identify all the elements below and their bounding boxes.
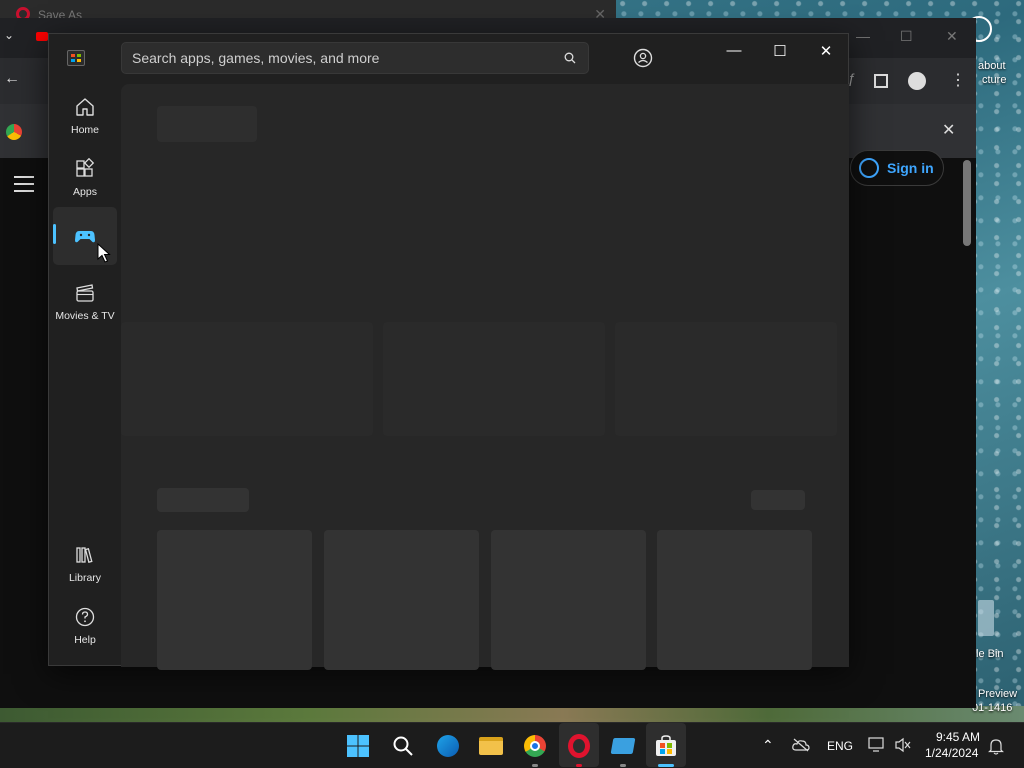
nav-label-movies-tv: Movies & TV xyxy=(55,310,115,322)
skeleton-product-card xyxy=(324,530,479,670)
taskbar-microsoft-store[interactable] xyxy=(652,732,680,760)
desktop-label-about: about xyxy=(978,60,1006,72)
library-icon xyxy=(76,547,93,563)
skeleton-product-card xyxy=(491,530,646,670)
desktop-label-recycle-bin[interactable]: le Bin xyxy=(976,648,1004,660)
notification-bell-icon[interactable] xyxy=(988,737,1004,755)
skeleton-hero-card xyxy=(121,322,373,436)
network-icon[interactable] xyxy=(868,737,886,753)
chrome-icon xyxy=(524,735,546,757)
microsoft-store-window[interactable]: — ☐ ✕ Home Apps Movies & TV xyxy=(48,33,849,670)
edge-beta-icon xyxy=(437,735,459,757)
search-box[interactable] xyxy=(121,42,589,74)
chrome-menu-icon[interactable]: ⋮ xyxy=(950,70,966,90)
taskbar: ⌃ ENG 9:45 AM 1/24/2024 xyxy=(0,722,1024,768)
home-icon xyxy=(76,98,94,116)
store-logo-icon xyxy=(67,50,85,66)
store-active-indicator xyxy=(658,764,674,767)
skeleton-hero-card xyxy=(615,322,837,436)
wallpaper-landscape-strip xyxy=(0,706,1024,722)
nav-item-movies-tv[interactable]: Movies & TV xyxy=(53,272,117,330)
opera-icon xyxy=(568,734,590,758)
store-close-button[interactable]: ✕ xyxy=(811,42,841,62)
language-indicator[interactable]: ENG xyxy=(827,739,853,753)
remote-desktop-icon xyxy=(610,738,636,754)
nav-label-library: Library xyxy=(68,572,102,584)
store-content-area xyxy=(121,84,849,670)
store-minimize-button[interactable]: — xyxy=(719,42,749,62)
tab-search-chevron-icon[interactable]: ⌄ xyxy=(4,28,14,42)
taskbar-chrome[interactable] xyxy=(521,732,549,760)
desktop-label-picture: cture xyxy=(982,74,1007,86)
apps-icon xyxy=(76,158,95,177)
user-avatar-icon xyxy=(859,158,879,178)
skeleton-see-all xyxy=(751,490,805,510)
taskbar-remote-app[interactable] xyxy=(609,732,637,760)
profile-avatar-icon[interactable] xyxy=(908,72,926,90)
taskbar-opera[interactable] xyxy=(565,732,593,760)
start-button[interactable] xyxy=(344,732,372,760)
volume-muted-icon[interactable] xyxy=(894,737,912,753)
chrome-minimize-button[interactable]: — xyxy=(856,28,870,44)
hamburger-menu-icon[interactable] xyxy=(14,176,34,197)
clock-date[interactable]: 1/24/2024 xyxy=(925,746,978,760)
nav-item-library[interactable]: Library xyxy=(53,534,117,592)
movies-tv-icon xyxy=(76,284,94,302)
skeleton-page-title xyxy=(157,106,257,142)
desktop-label-build: 01-1416 xyxy=(972,702,1013,714)
search-input[interactable] xyxy=(132,43,552,73)
nav-item-home[interactable]: Home xyxy=(53,86,117,144)
taskbar-file-explorer[interactable] xyxy=(477,732,505,760)
nav-label-apps: Apps xyxy=(73,186,97,198)
windows-start-icon xyxy=(347,735,369,757)
show-hidden-icons-chevron-icon[interactable]: ⌃ xyxy=(762,737,774,754)
mouse-cursor-icon xyxy=(97,243,111,263)
skeleton-section-title xyxy=(157,488,249,512)
sign-in-button[interactable]: Sign in xyxy=(850,150,944,186)
nav-label-help: Help xyxy=(74,634,96,646)
opera-running-indicator xyxy=(576,764,582,767)
desktop-label-preview: Preview xyxy=(978,688,1018,700)
taskbar-search-icon xyxy=(393,736,413,756)
taskbar-edge-beta[interactable] xyxy=(434,732,462,760)
recycle-bin-icon[interactable] xyxy=(978,600,994,636)
back-arrow-icon[interactable]: ← xyxy=(4,70,20,88)
sign-in-label: Sign in xyxy=(887,160,934,176)
chrome-maximize-button[interactable]: ☐ xyxy=(900,28,913,45)
help-icon xyxy=(75,607,95,627)
microsoft-store-icon xyxy=(656,735,676,756)
extension-icon[interactable]: ƒ xyxy=(848,70,856,86)
active-nav-indicator xyxy=(53,224,56,244)
nav-item-apps[interactable]: Apps xyxy=(53,148,117,206)
onedrive-offline-icon[interactable] xyxy=(792,738,810,752)
store-maximize-button[interactable]: ☐ xyxy=(765,42,795,62)
taskbar-search-button[interactable] xyxy=(389,732,417,760)
chrome-scrollbar-thumb[interactable] xyxy=(963,160,971,246)
skeleton-product-card xyxy=(657,530,812,670)
clock-time[interactable]: 9:45 AM xyxy=(936,730,980,744)
nav-label-home: Home xyxy=(70,124,99,136)
remote-app-running-indicator xyxy=(620,764,626,767)
google-logo-icon xyxy=(6,124,22,140)
infobar-close-icon[interactable]: ✕ xyxy=(942,120,955,140)
youtube-favicon-icon xyxy=(36,32,48,41)
file-explorer-icon xyxy=(479,737,503,755)
chrome-running-indicator xyxy=(532,764,538,767)
skeleton-hero-card xyxy=(383,322,605,436)
gaming-controller-icon xyxy=(75,231,95,243)
side-panel-icon[interactable] xyxy=(874,74,888,88)
account-icon[interactable] xyxy=(633,48,653,68)
skeleton-product-card xyxy=(157,530,312,670)
chrome-close-button[interactable]: ✕ xyxy=(946,28,958,45)
search-icon[interactable] xyxy=(564,52,576,64)
nav-item-help[interactable]: Help xyxy=(53,596,117,654)
